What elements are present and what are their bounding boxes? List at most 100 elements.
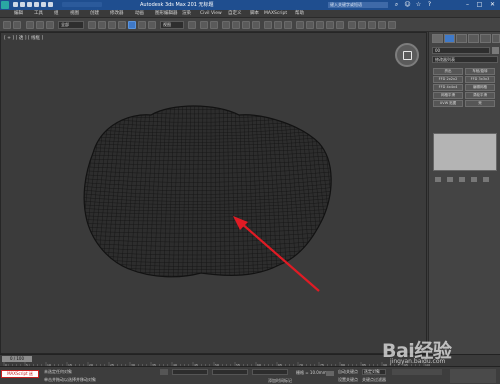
- playback-controls[interactable]: [392, 369, 442, 375]
- menu-tools[interactable]: 工具: [34, 10, 43, 18]
- menu-maxscript[interactable]: MAXScript: [264, 10, 287, 18]
- curve-editor-icon[interactable]: [316, 21, 324, 29]
- maximize-icon[interactable]: □: [475, 1, 484, 9]
- modifier-button[interactable]: 壳: [465, 100, 495, 107]
- select-and-rotate-icon[interactable]: [138, 21, 146, 29]
- menu-graph-editors[interactable]: 图形编辑器: [155, 10, 178, 18]
- save-icon[interactable]: [27, 2, 32, 7]
- make-unique-icon[interactable]: [459, 177, 465, 182]
- set-key-button[interactable]: 设置关键点: [338, 377, 358, 383]
- modifier-button[interactable]: 编辑网格: [465, 84, 495, 91]
- snaps-toggle-icon[interactable]: [222, 21, 230, 29]
- rectangle-selection-icon[interactable]: [108, 21, 116, 29]
- project-folder-icon[interactable]: [48, 2, 53, 7]
- render-setup-icon[interactable]: [348, 21, 356, 29]
- x-coordinate-field[interactable]: [172, 369, 208, 375]
- undo-icon[interactable]: [34, 2, 39, 7]
- pin-stack-icon[interactable]: [435, 177, 441, 182]
- menu-help[interactable]: 帮助: [295, 10, 304, 18]
- add-time-tag-label[interactable]: 添加时间标记: [268, 378, 292, 384]
- spinner-snap-icon[interactable]: [252, 21, 260, 29]
- a360-gallery-icon[interactable]: [388, 21, 396, 29]
- percent-snap-icon[interactable]: [242, 21, 250, 29]
- create-tab-icon[interactable]: [432, 34, 443, 43]
- modifier-button[interactable]: UVW 贴图: [433, 100, 463, 107]
- auto-key-button[interactable]: 自动关键点: [338, 369, 358, 375]
- selected-dropdown[interactable]: 选定对象: [362, 369, 386, 375]
- menu-civil-view[interactable]: Civil View: [200, 10, 222, 18]
- lock-selection-icon[interactable]: [160, 369, 168, 375]
- menu-create[interactable]: 创建: [90, 10, 99, 18]
- rendered-frame-window-icon[interactable]: [358, 21, 366, 29]
- modify-tab-icon[interactable]: [444, 34, 455, 43]
- modifier-button[interactable]: 车削/旋转: [465, 68, 495, 75]
- star-icon[interactable]: ☆: [414, 1, 423, 9]
- menu-views[interactable]: 视图: [70, 10, 79, 18]
- keyboard-shortcut-icon[interactable]: [210, 21, 218, 29]
- app-icon[interactable]: [1, 1, 9, 9]
- modifier-button[interactable]: FFD 3x3x3: [465, 76, 495, 83]
- toggle-ribbon-icon[interactable]: [306, 21, 314, 29]
- key-mode-icon[interactable]: [326, 371, 334, 376]
- selection-filter-dropdown[interactable]: 全部: [58, 21, 84, 29]
- select-and-move-icon[interactable]: [128, 21, 136, 29]
- utilities-tab-icon[interactable]: [492, 34, 500, 43]
- modifier-button[interactable]: 挤出: [433, 68, 463, 75]
- select-manipulate-icon[interactable]: [200, 21, 208, 29]
- menu-edit[interactable]: 编辑: [14, 10, 23, 18]
- workspace-dropdown[interactable]: [62, 2, 102, 7]
- select-and-scale-icon[interactable]: [148, 21, 156, 29]
- named-selection-icon[interactable]: [264, 21, 272, 29]
- search-input[interactable]: 键入关键字或短语: [328, 2, 388, 8]
- rock-mesh-wireframe[interactable]: [44, 93, 378, 293]
- undo-icon[interactable]: [3, 21, 11, 29]
- help-icon[interactable]: ?: [425, 1, 434, 9]
- redo-icon[interactable]: [13, 21, 21, 29]
- select-by-name-icon[interactable]: [98, 21, 106, 29]
- motion-tab-icon[interactable]: [468, 34, 479, 43]
- link-icon[interactable]: [26, 21, 34, 29]
- menu-customize[interactable]: 自定义: [228, 10, 242, 18]
- mirror-icon[interactable]: [274, 21, 282, 29]
- user-icon[interactable]: ☺: [403, 1, 412, 9]
- show-end-result-icon[interactable]: [447, 177, 453, 182]
- align-icon[interactable]: [284, 21, 292, 29]
- render-production-icon[interactable]: [368, 21, 376, 29]
- unlink-icon[interactable]: [36, 21, 44, 29]
- key-filters-button[interactable]: 关键点过滤器: [362, 377, 386, 383]
- render-cloud-icon[interactable]: [378, 21, 386, 29]
- modifier-button[interactable]: FFD 2x2x2: [433, 76, 463, 83]
- close-icon[interactable]: ✕: [488, 1, 497, 9]
- z-coordinate-field[interactable]: [252, 369, 288, 375]
- menu-rendering[interactable]: 渲染: [182, 10, 191, 18]
- modifier-button[interactable]: 网格平滑: [433, 92, 463, 99]
- schematic-view-icon[interactable]: [326, 21, 334, 29]
- open-icon[interactable]: [20, 2, 25, 7]
- object-name-field[interactable]: 00: [432, 47, 490, 54]
- reference-coordinate-dropdown[interactable]: 视图: [160, 21, 184, 29]
- bind-spacewarp-icon[interactable]: [46, 21, 54, 29]
- menu-scripting[interactable]: 脚本: [250, 10, 259, 18]
- object-color-swatch[interactable]: [492, 47, 499, 54]
- perspective-viewport[interactable]: [ + ] [ 透 ] [ 线框 ]: [0, 32, 427, 354]
- angle-snap-icon[interactable]: [232, 21, 240, 29]
- menu-modifiers[interactable]: 修改器: [110, 10, 124, 18]
- modifier-stack[interactable]: [433, 133, 497, 171]
- menu-group[interactable]: 组: [54, 10, 59, 18]
- modifier-button[interactable]: FFD 4x4x4: [433, 84, 463, 91]
- viewport-navigation-controls[interactable]: [450, 369, 496, 383]
- menu-animation[interactable]: 动画: [135, 10, 144, 18]
- maxscript-listener-field[interactable]: MAXScript 迷: [1, 370, 39, 378]
- display-tab-icon[interactable]: [480, 34, 491, 43]
- minimize-icon[interactable]: –: [463, 1, 472, 9]
- new-icon[interactable]: [13, 2, 18, 7]
- configure-modifier-sets-icon[interactable]: [483, 177, 489, 182]
- select-object-icon[interactable]: [88, 21, 96, 29]
- modifier-button[interactable]: 涡轮平滑: [465, 92, 495, 99]
- remove-modifier-icon[interactable]: [471, 177, 477, 182]
- modifier-list-dropdown[interactable]: 修改器列表: [432, 56, 498, 63]
- redo-icon[interactable]: [41, 2, 46, 7]
- y-coordinate-field[interactable]: [212, 369, 248, 375]
- layer-explorer-icon[interactable]: [296, 21, 304, 29]
- material-editor-icon[interactable]: [336, 21, 344, 29]
